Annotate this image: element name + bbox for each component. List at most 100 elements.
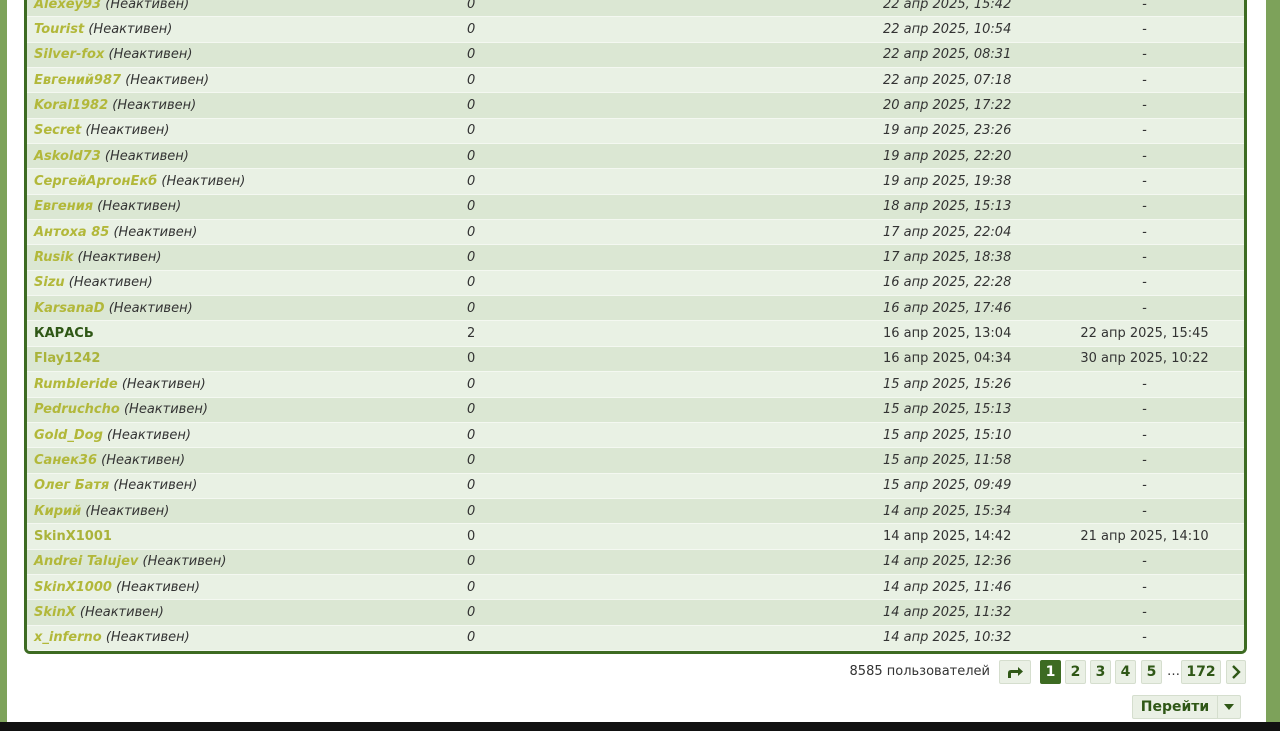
member-name-cell: Andrei Talujev (Неактивен)	[27, 554, 463, 569]
member-name-cell: Flay1242	[27, 351, 463, 366]
member-username-link[interactable]: КАРАСЬ	[34, 326, 94, 341]
member-name-cell: Alexey93 (Неактивен)	[27, 0, 463, 12]
member-username-link[interactable]: Gold_Dog	[34, 428, 103, 443]
member-last-visit: -	[1142, 224, 1147, 240]
jump-to-page-button[interactable]	[999, 660, 1031, 684]
member-name-cell: SkinX1001	[27, 529, 463, 544]
member-registered-date: 14 апр 2025, 15:34	[883, 503, 1012, 519]
member-registered-date: 18 апр 2025, 15:13	[883, 199, 1012, 215]
member-username-link[interactable]: Flay1242	[34, 351, 100, 366]
member-registered-date: 14 апр 2025, 11:32	[883, 604, 1012, 620]
member-status: (Неактивен)	[121, 376, 206, 392]
member-row: Flay1242 0 16 апр 2025, 04:34 30 апр 2025, …	[27, 346, 1244, 373]
member-registered-date: 17 апр 2025, 18:38	[883, 250, 1012, 266]
page-button-1[interactable]: 1	[1040, 660, 1061, 684]
member-registered-date: 17 апр 2025, 22:04	[883, 224, 1012, 240]
member-registered-date: 22 апр 2025, 15:42	[883, 0, 1012, 12]
member-registered-date: 19 апр 2025, 23:26	[883, 123, 1012, 139]
member-username-link[interactable]: Silver-fox	[34, 47, 104, 62]
member-registered-date: 14 апр 2025, 14:42	[883, 528, 1012, 544]
member-last-visit: -	[1142, 427, 1147, 443]
member-last-visit: -	[1142, 199, 1147, 215]
member-messages: 0	[467, 174, 476, 190]
member-last-visit: -	[1142, 554, 1147, 570]
member-username-link[interactable]: Koral1982	[34, 98, 108, 113]
member-status: (Неактивен)	[108, 47, 193, 63]
member-row: Secret (Неактивен) 0 19 апр 2025, 23:26 -	[27, 118, 1244, 145]
member-row: Tourist (Неактивен) 0 22 апр 2025, 10:54 -	[27, 17, 1244, 43]
member-status: (Неактивен)	[77, 250, 162, 266]
page-button-2[interactable]: 2	[1065, 660, 1086, 684]
member-username-link[interactable]: x_inferno	[34, 630, 102, 645]
member-messages: 0	[467, 98, 476, 114]
member-last-visit: -	[1142, 47, 1147, 63]
member-status: (Неактивен)	[125, 72, 210, 88]
member-row: Олег Батя (Неактивен) 0 15 апр 2025, 09:49…	[27, 473, 1244, 499]
member-username-link[interactable]: SkinX	[34, 605, 76, 620]
goto-dropdown-toggle[interactable]	[1218, 696, 1240, 718]
member-username-link[interactable]: Евгения	[34, 199, 93, 214]
member-username-link[interactable]: SkinX1000	[34, 580, 112, 595]
member-username-link[interactable]: Askold73	[34, 149, 101, 164]
member-messages: 0	[467, 72, 476, 88]
member-last-visit: -	[1142, 300, 1147, 316]
member-name-cell: Олег Батя (Неактивен)	[27, 478, 463, 493]
member-username-link[interactable]: Олег Батя	[34, 478, 109, 493]
member-username-link[interactable]: Санек36	[34, 453, 97, 468]
member-name-cell: Санек36 (Неактивен)	[27, 453, 463, 468]
member-username-link[interactable]: Andrei Talujev	[34, 554, 138, 569]
member-last-visit: -	[1142, 72, 1147, 88]
member-username-link[interactable]: Alexey93	[34, 0, 101, 12]
member-name-cell: Tourist (Неактивен)	[27, 22, 463, 37]
goto-button[interactable]: Перейти	[1132, 695, 1241, 719]
member-row: Sizu (Неактивен) 0 16 апр 2025, 22:28 -	[27, 270, 1244, 297]
member-row: Silver-fox (Неактивен) 0 22 апр 2025, 08:3…	[27, 42, 1244, 69]
member-name-cell: Евгений987 (Неактивен)	[27, 73, 463, 88]
member-status: (Неактивен)	[105, 630, 190, 646]
member-name-cell: СергейАргонЕкб (Неактивен)	[27, 174, 463, 189]
page-side-right	[1266, 0, 1280, 722]
page-button-4[interactable]: 4	[1115, 660, 1136, 684]
member-registered-date: 15 апр 2025, 09:49	[883, 478, 1012, 494]
member-username-link[interactable]: SkinX1001	[34, 529, 112, 544]
member-username-link[interactable]: Rusik	[34, 250, 73, 265]
next-page-button[interactable]	[1226, 660, 1246, 684]
page-button-3[interactable]: 3	[1090, 660, 1111, 684]
member-row: SkinX1001 0 14 апр 2025, 14:42 21 апр 2025,…	[27, 524, 1244, 550]
caret-down-icon	[1224, 704, 1234, 710]
member-registered-date: 15 апр 2025, 15:10	[883, 427, 1012, 443]
member-username-link[interactable]: Secret	[34, 123, 81, 138]
member-row: x_inferno (Неактивен) 0 14 апр 2025, 10:32…	[27, 625, 1244, 651]
member-username-link[interactable]: СергейАргонЕкб	[34, 174, 157, 189]
member-status: (Неактивен)	[88, 22, 173, 38]
member-name-cell: Gold_Dog (Неактивен)	[27, 428, 463, 443]
page-button-last[interactable]: 172	[1181, 660, 1221, 684]
member-messages: 0	[467, 275, 476, 291]
member-registered-date: 14 апр 2025, 12:36	[883, 554, 1012, 570]
member-name-cell: Евгения (Неактивен)	[27, 199, 463, 214]
member-row: Alexey93 (Неактивен) 0 22 апр 2025, 15:42 -	[27, 0, 1244, 18]
member-status: (Неактивен)	[104, 148, 189, 164]
pagination-ellipsis: …	[1167, 664, 1180, 679]
member-row: Кирий (Неактивен) 0 14 апр 2025, 15:34 -	[27, 498, 1244, 525]
member-username-link[interactable]: Кирий	[34, 504, 81, 519]
member-username-link[interactable]: Sizu	[34, 275, 65, 290]
member-name-cell: Rusik (Неактивен)	[27, 250, 463, 265]
member-status: (Неактивен)	[142, 554, 227, 570]
page-button-5[interactable]: 5	[1141, 660, 1162, 684]
member-status: (Неактивен)	[105, 0, 190, 12]
goto-label[interactable]: Перейти	[1133, 696, 1218, 718]
chevron-right-icon	[1232, 665, 1241, 679]
member-username-link[interactable]: Tourist	[34, 22, 84, 37]
member-username-link[interactable]: Pedruchcho	[34, 402, 120, 417]
member-username-link[interactable]: Антоха 85	[34, 225, 109, 240]
member-username-link[interactable]: KarsanaD	[34, 301, 105, 316]
member-status: (Неактивен)	[108, 300, 193, 316]
member-messages: 0	[467, 376, 476, 392]
member-row: КАРАСЬ 2 16 апр 2025, 13:04 22 апр 2025, 15…	[27, 321, 1244, 347]
member-username-link[interactable]: Rumbleride	[34, 377, 118, 392]
member-messages: 0	[467, 554, 476, 570]
member-last-visit: -	[1142, 376, 1147, 392]
member-last-visit: -	[1142, 275, 1147, 291]
member-username-link[interactable]: Евгений987	[34, 73, 121, 88]
